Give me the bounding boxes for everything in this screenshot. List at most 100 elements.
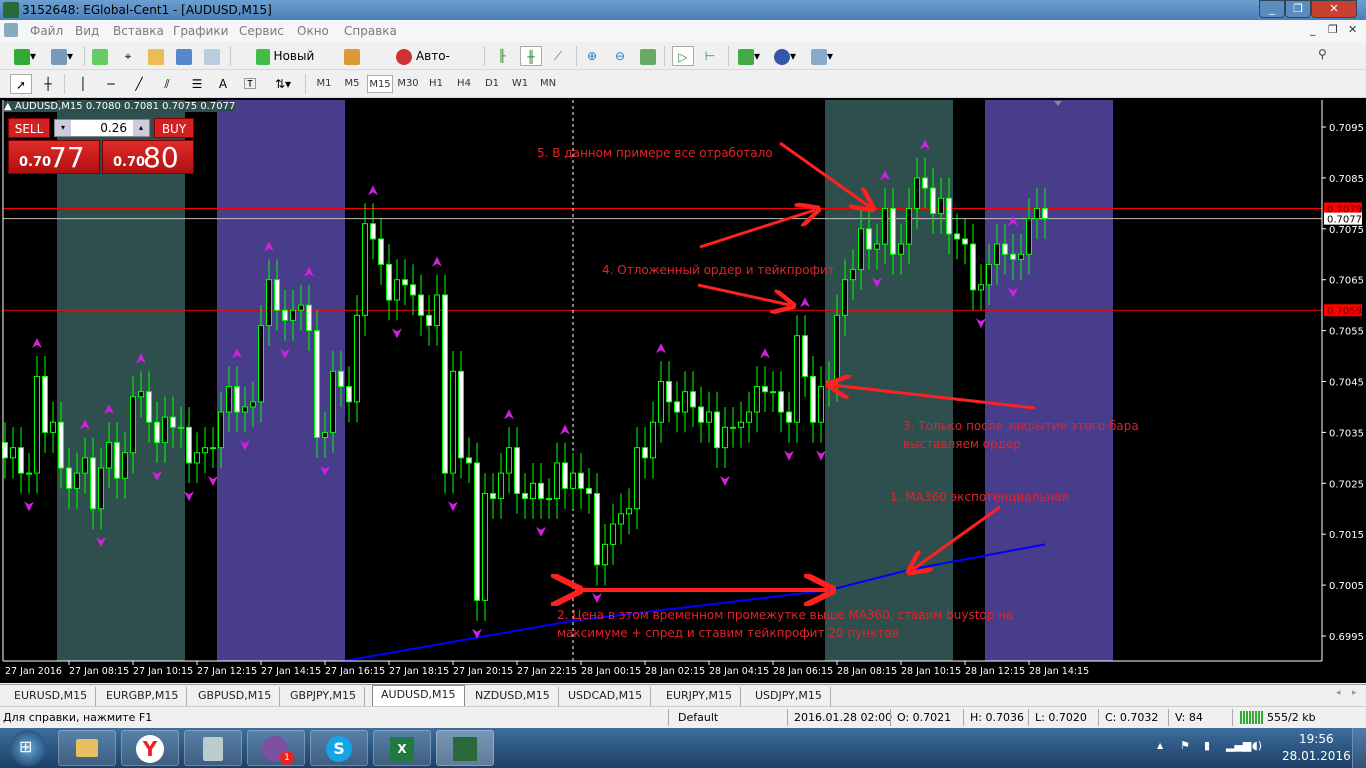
- crosshair-button[interactable]: ┼: [38, 74, 58, 94]
- candle: [970, 243, 976, 291]
- lot-size-input[interactable]: ▾ 0.26 ▴: [54, 119, 150, 137]
- vertical-line-button[interactable]: │: [74, 74, 92, 94]
- cursor-button[interactable]: ➚: [10, 74, 32, 94]
- tile-windows-button[interactable]: [638, 46, 658, 66]
- mdi-minimize-button[interactable]: _: [1310, 23, 1316, 36]
- power-icon[interactable]: ▮: [1204, 739, 1210, 752]
- search-icon[interactable]: ⚲: [1318, 47, 1327, 61]
- taskbar-yandex-browser[interactable]: Y: [121, 730, 179, 766]
- buy-button[interactable]: BUY: [154, 118, 194, 138]
- taskbar-excel[interactable]: X: [373, 730, 431, 766]
- line-chart-button[interactable]: ⟋: [548, 46, 568, 66]
- volume-icon[interactable]: ◖): [1252, 739, 1262, 752]
- fibonacci-button[interactable]: ☰: [186, 74, 208, 94]
- maximize-button[interactable]: ❐: [1285, 0, 1311, 18]
- clock-time[interactable]: 19:56: [1299, 732, 1334, 746]
- sell-price-button[interactable]: 0.70 77: [8, 140, 100, 174]
- price-level-label: 0.7077: [1327, 215, 1362, 226]
- timeframe-h1[interactable]: H1: [423, 75, 449, 93]
- timeframe-w1[interactable]: W1: [507, 75, 533, 93]
- taskbar-metatrader[interactable]: [436, 730, 494, 766]
- trendline-button[interactable]: ╱: [130, 74, 148, 94]
- taskbar-viber[interactable]: 1: [247, 730, 305, 766]
- timeframe-mn[interactable]: MN: [535, 75, 561, 93]
- tab-usdcad[interactable]: USDCAD,M15: [560, 687, 652, 706]
- zoom-in-button[interactable]: ⊕: [582, 46, 602, 66]
- metaeditor-button[interactable]: [342, 46, 362, 66]
- candle: [1010, 253, 1016, 260]
- candle: [1018, 253, 1024, 260]
- show-desktop-button[interactable]: [1352, 728, 1366, 768]
- strategy-tester-button[interactable]: [202, 46, 222, 66]
- bar-chart-button[interactable]: ╟: [492, 46, 512, 66]
- timeframe-h4[interactable]: H4: [451, 75, 477, 93]
- mdi-close-button[interactable]: ✕: [1348, 23, 1357, 36]
- menu-file[interactable]: Файл: [30, 24, 63, 38]
- candlestick-button[interactable]: ╫: [520, 46, 542, 66]
- market-watch-button[interactable]: [90, 46, 110, 66]
- folder-icon: [76, 739, 98, 757]
- status-volume: V: 84: [1175, 711, 1203, 724]
- tab-audusd[interactable]: AUDUSD,M15: [372, 685, 465, 707]
- timeframe-m1[interactable]: M1: [311, 75, 337, 93]
- candle: [378, 238, 384, 265]
- tab-eurgbp[interactable]: EURGBP,M15: [98, 687, 188, 706]
- minimize-button[interactable]: _: [1259, 0, 1285, 18]
- tray-expand-icon[interactable]: ▲: [1157, 741, 1163, 750]
- timeframe-d1[interactable]: D1: [479, 75, 505, 93]
- action-center-icon[interactable]: ⚑: [1180, 739, 1190, 752]
- text-label-button[interactable]: 🅃: [240, 74, 260, 94]
- terminal-button[interactable]: [174, 46, 194, 66]
- chart-shift-button[interactable]: ⊢: [700, 46, 720, 66]
- auto-trading-button[interactable]: Авто-торговля: [368, 46, 478, 83]
- chart-canvas[interactable]: 0.7095 0.7085 0.7075 0.7065 0.7055 0.7045 0.70…: [0, 98, 1366, 683]
- timeframe-m30[interactable]: M30: [395, 75, 421, 93]
- text-button[interactable]: A: [214, 74, 232, 94]
- time-tick-label: 27 Jan 14:15: [261, 666, 321, 677]
- menu-view[interactable]: Вид: [75, 24, 99, 38]
- menu-tools[interactable]: Сервис: [239, 24, 284, 38]
- network-icon[interactable]: ▂▄▆: [1226, 739, 1251, 752]
- close-button[interactable]: ✕: [1311, 0, 1357, 18]
- lot-increase-button[interactable]: ▴: [133, 120, 149, 136]
- clock-date[interactable]: 28.01.2016: [1282, 749, 1351, 763]
- tab-gbpusd[interactable]: GBPUSD,M15: [190, 687, 281, 706]
- tab-eurjpy[interactable]: EURJPY,M15: [658, 687, 741, 706]
- new-chart-button[interactable]: ▾: [10, 46, 40, 66]
- tab-usdjpy[interactable]: USDJPY,M15: [747, 687, 831, 706]
- data-window-button[interactable]: ⌖: [118, 46, 138, 66]
- start-button[interactable]: ⊞: [10, 730, 46, 766]
- price-chart[interactable]: 0.7095 0.7085 0.7075 0.7065 0.7055 0.7045 0.70…: [0, 98, 1366, 683]
- arrows-button[interactable]: ⇅▾: [268, 74, 298, 94]
- taskbar-explorer[interactable]: [58, 730, 116, 766]
- lot-decrease-button[interactable]: ▾: [55, 120, 71, 136]
- status-close: C: 0.7032: [1105, 711, 1159, 724]
- menu-window[interactable]: Окно: [297, 24, 329, 38]
- periods-button[interactable]: ▾: [770, 46, 800, 66]
- tab-gbpjpy[interactable]: GBPJPY,M15: [282, 687, 366, 706]
- timeframe-m15[interactable]: M15: [367, 75, 393, 93]
- timeframe-m5[interactable]: M5: [339, 75, 365, 93]
- auto-scroll-button[interactable]: ▷: [672, 46, 694, 66]
- mdi-restore-button[interactable]: ❐: [1328, 23, 1338, 36]
- taskbar-skype[interactable]: S: [310, 730, 368, 766]
- taskbar-calculator[interactable]: [184, 730, 242, 766]
- tab-eurusd[interactable]: EURUSD,M15: [6, 687, 97, 706]
- zoom-out-button[interactable]: ⊖: [610, 46, 630, 66]
- new-order-button[interactable]: Новый ордер: [236, 46, 334, 83]
- tab-nzdusd[interactable]: NZDUSD,M15: [467, 687, 559, 706]
- menu-help[interactable]: Справка: [344, 24, 397, 38]
- menu-insert[interactable]: Вставка: [113, 24, 164, 38]
- indicators-button[interactable]: ▾: [734, 46, 764, 66]
- profiles-button[interactable]: ▾: [47, 46, 77, 66]
- menu-charts[interactable]: Графики: [173, 24, 228, 38]
- tabs-scroll-right[interactable]: ▸: [1352, 688, 1357, 698]
- templates-button[interactable]: ▾: [806, 46, 838, 66]
- buy-price-button[interactable]: 0.70 80: [102, 140, 194, 174]
- tabs-scroll-left[interactable]: ◂: [1336, 688, 1341, 698]
- sell-button[interactable]: SELL: [8, 118, 50, 138]
- horizontal-line-button[interactable]: ─: [102, 74, 120, 94]
- equidistant-channel-button[interactable]: ⫽: [156, 74, 178, 94]
- navigator-button[interactable]: [146, 46, 166, 66]
- connection-status-icon[interactable]: [1240, 711, 1264, 724]
